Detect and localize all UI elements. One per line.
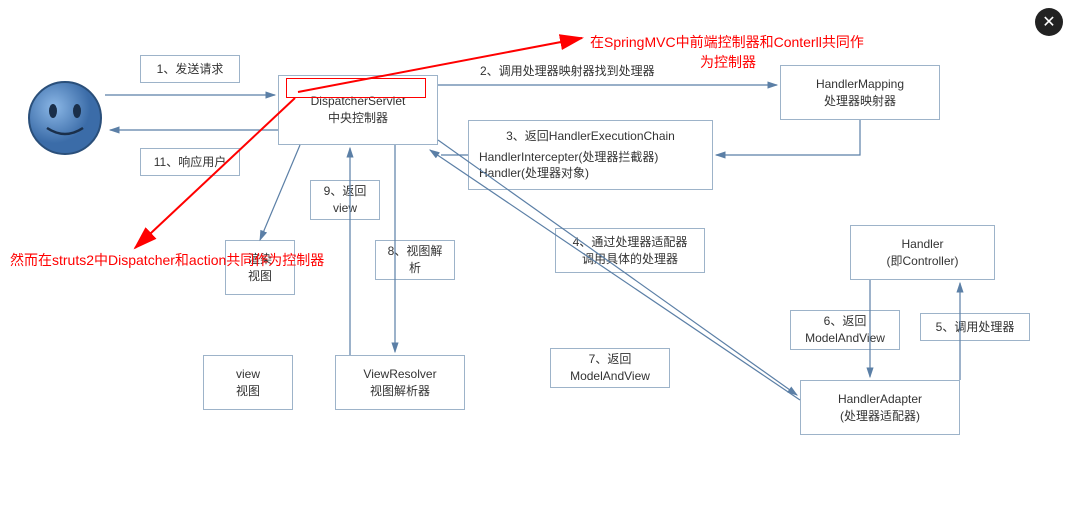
edge-11-label: 11、响应用户: [140, 148, 240, 176]
close-button[interactable]: ✕: [1035, 8, 1063, 36]
handler-adapter-box: HandlerAdapter (处理器适配器): [800, 380, 960, 435]
view-resolver-box: ViewResolver 视图解析器: [335, 355, 465, 410]
edge-1-label: 1、发送请求: [140, 55, 240, 83]
edge-6-label: 6、返回 ModelAndView: [790, 310, 900, 350]
edge-7-line2: ModelAndView: [570, 368, 650, 385]
edge-7-line1: 7、返回: [589, 351, 632, 368]
edge-8-line1: 8、视图解: [388, 243, 443, 260]
view-resolver-title: ViewResolver: [363, 366, 436, 383]
dispatcher-sub: 中央控制器: [328, 110, 388, 127]
execution-chain-box: 3、返回HandlerExecutionChain HandlerInterce…: [468, 120, 713, 190]
annotation-springmvc-line1: 在SpringMVC中前端控制器和Conterll共同作: [590, 32, 864, 52]
render-sub: 视图: [248, 268, 272, 285]
edge-8-line2: 析: [409, 260, 421, 277]
edge-9-label: 9、返回 view: [310, 180, 380, 220]
handler-mapping-sub: 处理器映射器: [824, 93, 896, 110]
edge-9-line1: 9、返回: [324, 183, 367, 200]
handler-mapping-title: HandlerMapping: [816, 76, 904, 93]
user-smiley-icon: [25, 78, 105, 158]
adapter-sub: (处理器适配器): [840, 408, 920, 425]
edge-4-line1: 4、通过处理器适配器: [573, 234, 688, 251]
edge-5-label: 5、调用处理器: [920, 313, 1030, 341]
edge-8-label: 8、视图解 析: [375, 240, 455, 280]
view-title: view: [236, 366, 260, 383]
annotation-struts2: 然而在struts2中Dispatcher和action共同作为控制器: [10, 250, 324, 270]
handler-title: Handler: [901, 236, 943, 253]
edge-4-label: 4、通过处理器适配器 调用具体的处理器: [555, 228, 705, 273]
handler-box: Handler (即Controller): [850, 225, 995, 280]
adapter-title: HandlerAdapter: [838, 391, 922, 408]
edge-2-label: 2、调用处理器映射器找到处理器: [480, 62, 655, 79]
annotation-springmvc-line2: 为控制器: [700, 52, 756, 72]
handler-sub: (即Controller): [886, 253, 958, 270]
view-resolver-sub: 视图解析器: [370, 383, 430, 400]
view-box: view 视图: [203, 355, 293, 410]
edge-6-line1: 6、返回: [824, 313, 867, 330]
edge-7-label: 7、返回 ModelAndView: [550, 348, 670, 388]
handler-mapping-box: HandlerMapping 处理器映射器: [780, 65, 940, 120]
edge-6-line2: ModelAndView: [805, 330, 885, 347]
edge-9-line2: view: [333, 200, 357, 217]
edge-4-line2: 调用具体的处理器: [582, 251, 678, 268]
view-sub: 视图: [236, 383, 260, 400]
red-highlight-rect: [286, 78, 426, 98]
chain-line2: Handler(处理器对象): [479, 165, 589, 182]
chain-line1: HandlerIntercepter(处理器拦截器): [479, 149, 658, 166]
chain-title: 3、返回HandlerExecutionChain: [506, 128, 675, 145]
